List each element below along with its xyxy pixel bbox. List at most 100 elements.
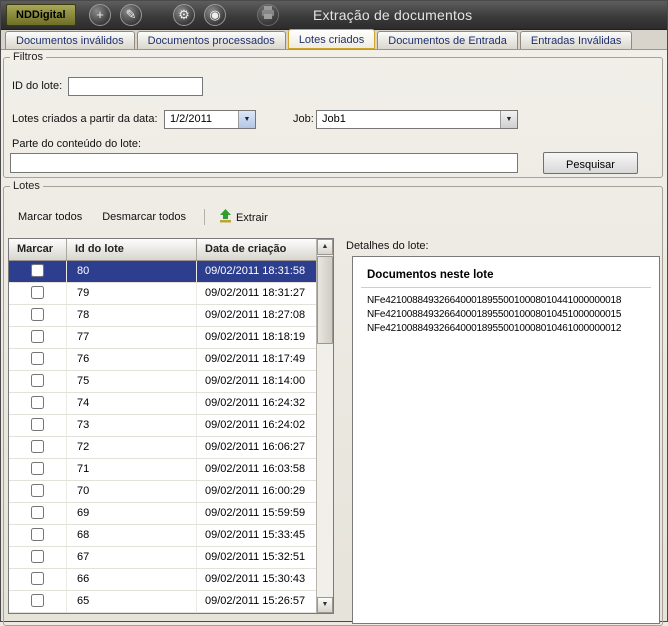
row-creation-date: 09/02/2011 18:14:00 bbox=[197, 371, 318, 392]
extrair-label: Extrair bbox=[236, 212, 268, 224]
table-row[interactable]: 7109/02/2011 16:03:58 bbox=[9, 459, 318, 481]
tab-entradas-inválidas[interactable]: Entradas Inválidas bbox=[520, 31, 633, 49]
settings-icon[interactable]: ⚙ bbox=[173, 4, 195, 26]
table-row[interactable]: 6609/02/2011 15:30:43 bbox=[9, 569, 318, 591]
column-header-data-de-criacao[interactable]: Data de criação bbox=[197, 239, 318, 260]
row-checkbox[interactable] bbox=[31, 286, 44, 299]
row-lote-id: 70 bbox=[67, 481, 197, 502]
table-row[interactable]: 7609/02/2011 18:17:49 bbox=[9, 349, 318, 371]
row-checkbox[interactable] bbox=[31, 396, 44, 409]
row-checkbox-cell bbox=[9, 393, 67, 414]
row-creation-date: 09/02/2011 18:17:49 bbox=[197, 349, 318, 370]
details-label: Detalhes do lote: bbox=[346, 240, 429, 252]
desmarcar-todos-button[interactable]: Desmarcar todos bbox=[94, 207, 194, 227]
row-creation-date: 09/02/2011 16:24:02 bbox=[197, 415, 318, 436]
search-button[interactable]: Pesquisar bbox=[543, 152, 638, 174]
id-lote-label: ID do lote: bbox=[12, 80, 62, 92]
lotes-group: Lotes Marcar todos Desmarcar todos Extra… bbox=[3, 180, 663, 626]
top-toolbar: NDDigital + ✎ ⚙ ◉ Extração de documentos bbox=[1, 1, 667, 30]
row-checkbox-cell bbox=[9, 415, 67, 436]
lotes-table: Marcar Id do lote Data de criação 8009/0… bbox=[8, 238, 334, 614]
row-creation-date: 09/02/2011 18:31:27 bbox=[197, 283, 318, 304]
table-row[interactable]: 6709/02/2011 15:32:51 bbox=[9, 547, 318, 569]
row-creation-date: 09/02/2011 16:06:27 bbox=[197, 437, 318, 458]
row-lote-id: 76 bbox=[67, 349, 197, 370]
row-checkbox[interactable] bbox=[31, 264, 44, 277]
row-lote-id: 77 bbox=[67, 327, 197, 348]
row-checkbox[interactable] bbox=[31, 550, 44, 563]
row-checkbox[interactable] bbox=[31, 572, 44, 585]
table-row[interactable]: 7909/02/2011 18:31:27 bbox=[9, 283, 318, 305]
lotes-actions-toolbar: Marcar todos Desmarcar todos Extrair bbox=[10, 206, 280, 228]
row-checkbox-cell bbox=[9, 371, 67, 392]
scroll-up-button[interactable]: ▲ bbox=[317, 239, 333, 255]
row-lote-id: 80 bbox=[67, 261, 197, 282]
table-row[interactable]: 6909/02/2011 15:59:59 bbox=[9, 503, 318, 525]
row-checkbox-cell bbox=[9, 591, 67, 612]
row-checkbox[interactable] bbox=[31, 594, 44, 607]
job-label: Job: bbox=[293, 113, 314, 125]
row-checkbox[interactable] bbox=[31, 462, 44, 475]
row-checkbox-cell bbox=[9, 459, 67, 480]
table-row[interactable]: 7009/02/2011 16:00:29 bbox=[9, 481, 318, 503]
job-combobox[interactable]: Job1 ▼ bbox=[316, 110, 518, 129]
row-checkbox[interactable] bbox=[31, 352, 44, 365]
row-checkbox-cell bbox=[9, 503, 67, 524]
scroll-down-button[interactable]: ▼ bbox=[317, 597, 333, 613]
job-dropdown-arrow-icon[interactable]: ▼ bbox=[500, 111, 517, 128]
table-row[interactable]: 7309/02/2011 16:24:02 bbox=[9, 415, 318, 437]
row-checkbox-cell bbox=[9, 525, 67, 546]
table-row[interactable]: 7209/02/2011 16:06:27 bbox=[9, 437, 318, 459]
row-checkbox-cell bbox=[9, 547, 67, 568]
table-row[interactable]: 7809/02/2011 18:27:08 bbox=[9, 305, 318, 327]
row-checkbox[interactable] bbox=[31, 528, 44, 541]
row-creation-date: 09/02/2011 16:00:29 bbox=[197, 481, 318, 502]
table-row[interactable]: 6809/02/2011 15:33:45 bbox=[9, 525, 318, 547]
page-title: Extração de documentos bbox=[313, 7, 472, 23]
filters-group: Filtros ID do lote: Lotes criados a part… bbox=[3, 51, 663, 178]
tab-documentos-de-entrada[interactable]: Documentos de Entrada bbox=[377, 31, 518, 49]
row-lote-id: 69 bbox=[67, 503, 197, 524]
table-row[interactable]: 7709/02/2011 18:18:19 bbox=[9, 327, 318, 349]
record-icon[interactable]: ◉ bbox=[204, 4, 226, 26]
row-checkbox-cell bbox=[9, 569, 67, 590]
print-icon[interactable] bbox=[257, 4, 279, 26]
tab-documentos-inválidos[interactable]: Documentos inválidos bbox=[5, 31, 135, 49]
tab-strip: Documentos inválidosDocumentos processad… bbox=[1, 30, 667, 50]
date-dropdown-arrow-icon[interactable]: ▼ bbox=[238, 111, 255, 128]
row-checkbox[interactable] bbox=[31, 330, 44, 343]
details-panel: Documentos neste lote NFe421008849326640… bbox=[352, 256, 660, 624]
row-lote-id: 78 bbox=[67, 305, 197, 326]
table-row[interactable]: 6509/02/2011 15:26:57 bbox=[9, 591, 318, 613]
table-scrollbar[interactable]: ▲ ▼ bbox=[316, 239, 333, 613]
row-checkbox[interactable] bbox=[31, 484, 44, 497]
marcar-todos-button[interactable]: Marcar todos bbox=[10, 207, 90, 227]
row-checkbox[interactable] bbox=[31, 374, 44, 387]
tab-lotes-criados[interactable]: Lotes criados bbox=[288, 29, 375, 49]
row-checkbox[interactable] bbox=[31, 440, 44, 453]
add-icon[interactable]: + bbox=[89, 4, 111, 26]
row-lote-id: 74 bbox=[67, 393, 197, 414]
id-lote-input[interactable] bbox=[68, 77, 203, 96]
content-input[interactable] bbox=[10, 153, 518, 173]
lotes-group-title: Lotes bbox=[10, 180, 43, 192]
table-row[interactable]: 8009/02/2011 18:31:58 bbox=[9, 261, 318, 283]
extrair-button[interactable]: Extrair bbox=[211, 205, 276, 230]
column-header-marcar[interactable]: Marcar bbox=[9, 239, 67, 260]
row-lote-id: 71 bbox=[67, 459, 197, 480]
date-combobox[interactable]: 1/2/2011 ▼ bbox=[164, 110, 256, 129]
row-creation-date: 09/02/2011 15:26:57 bbox=[197, 591, 318, 612]
column-header-id-do-lote[interactable]: Id do lote bbox=[67, 239, 197, 260]
table-row[interactable]: 7409/02/2011 16:24:32 bbox=[9, 393, 318, 415]
document-key: NFe4210088493266400018955001000801044100… bbox=[361, 294, 651, 308]
edit-icon[interactable]: ✎ bbox=[120, 4, 142, 26]
brand-button[interactable]: NDDigital bbox=[6, 4, 76, 26]
tab-documentos-processados[interactable]: Documentos processados bbox=[137, 31, 286, 49]
row-creation-date: 09/02/2011 18:18:19 bbox=[197, 327, 318, 348]
row-lote-id: 67 bbox=[67, 547, 197, 568]
table-row[interactable]: 7509/02/2011 18:14:00 bbox=[9, 371, 318, 393]
row-checkbox[interactable] bbox=[31, 418, 44, 431]
row-checkbox[interactable] bbox=[31, 506, 44, 519]
scroll-thumb[interactable] bbox=[317, 256, 333, 344]
row-checkbox[interactable] bbox=[31, 308, 44, 321]
